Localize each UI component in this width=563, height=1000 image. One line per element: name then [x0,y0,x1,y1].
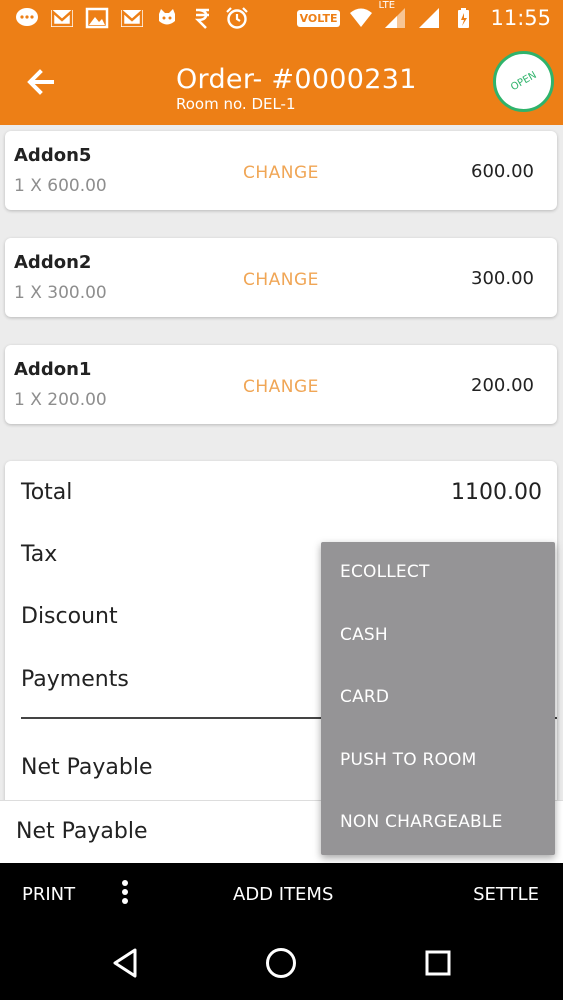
rupee-icon [189,6,215,30]
menu-item-non-chargeable[interactable]: NON CHARGEABLE [340,812,503,832]
discount-label: Discount [21,604,118,629]
system-icons: VOLTE LTE 11:55 [296,0,551,30]
menu-item-cash[interactable]: CASH [340,625,388,645]
order-item-card: Addon2 1 X 300.00 CHANGE 300.00 [5,238,557,317]
wifi-icon [348,6,374,30]
item-price: 200.00 [471,375,534,396]
tax-label: Tax [21,542,58,567]
net-payable-label: Net Payable [21,755,153,780]
total-value: 1100.00 [451,480,542,505]
arrow-left-icon [27,69,54,95]
add-items-button[interactable]: ADD ITEMS [233,884,333,905]
system-nav-bar [0,925,563,1000]
payment-method-menu: ECOLLECT CASH CARD PUSH TO ROOM NON CHAR… [321,542,555,855]
lte-label: LTE [378,0,396,11]
item-name: Addon1 [14,359,92,380]
app-bar: Order- #0000231 Room no. DEL-1 OPEN [0,38,563,125]
alarm-icon [224,6,250,30]
nav-home-icon[interactable] [261,943,301,983]
change-button[interactable]: CHANGE [243,163,319,183]
cat-icon [154,6,180,30]
notification-icons [14,6,250,30]
battery-icon [450,6,476,30]
page-title: Order- #0000231 [176,64,417,95]
nav-recents-icon[interactable] [418,943,458,983]
bottom-toolbar: PRINT ADD ITEMS SETTLE [0,863,563,925]
status-badge[interactable]: OPEN [493,51,554,112]
menu-item-ecollect[interactable]: ECOLLECT [340,562,430,582]
change-button[interactable]: CHANGE [243,270,319,290]
item-quantity: 1 X 200.00 [14,390,107,410]
item-quantity: 1 X 300.00 [14,283,107,303]
order-item-card: Addon1 1 X 200.00 CHANGE 200.00 [5,345,557,424]
status-badge-label: OPEN [508,69,539,94]
clock: 11:55 [490,6,551,30]
net-payable-bar-label: Net Payable [16,819,148,844]
messenger-icon [14,6,40,30]
menu-item-card[interactable]: CARD [340,687,389,707]
back-button[interactable] [22,64,58,100]
payments-label: Payments [21,667,129,692]
settle-button[interactable]: SETTLE [473,884,539,905]
item-quantity: 1 X 600.00 [14,176,107,196]
gallery-icon [84,6,110,30]
item-price: 300.00 [471,268,534,289]
lte-signal: LTE [378,0,408,30]
total-label: Total [21,480,73,505]
print-button[interactable]: PRINT [22,884,75,905]
room-number: Room no. DEL-1 [176,95,296,113]
item-name: Addon5 [14,145,92,166]
item-price: 600.00 [471,161,534,182]
status-bar: VOLTE LTE 11:55 [0,0,563,38]
order-item-card: Addon5 1 X 600.00 CHANGE 600.00 [5,131,557,210]
gmail-icon [119,6,145,30]
volte-badge: VOLTE [296,9,341,27]
gmail-icon [49,6,75,30]
item-name: Addon2 [14,252,92,273]
change-button[interactable]: CHANGE [243,377,319,397]
menu-item-push-to-room[interactable]: PUSH TO ROOM [340,750,476,770]
signal-icon [416,6,442,30]
nav-back-icon[interactable] [105,943,145,983]
more-options-icon[interactable] [118,880,132,908]
